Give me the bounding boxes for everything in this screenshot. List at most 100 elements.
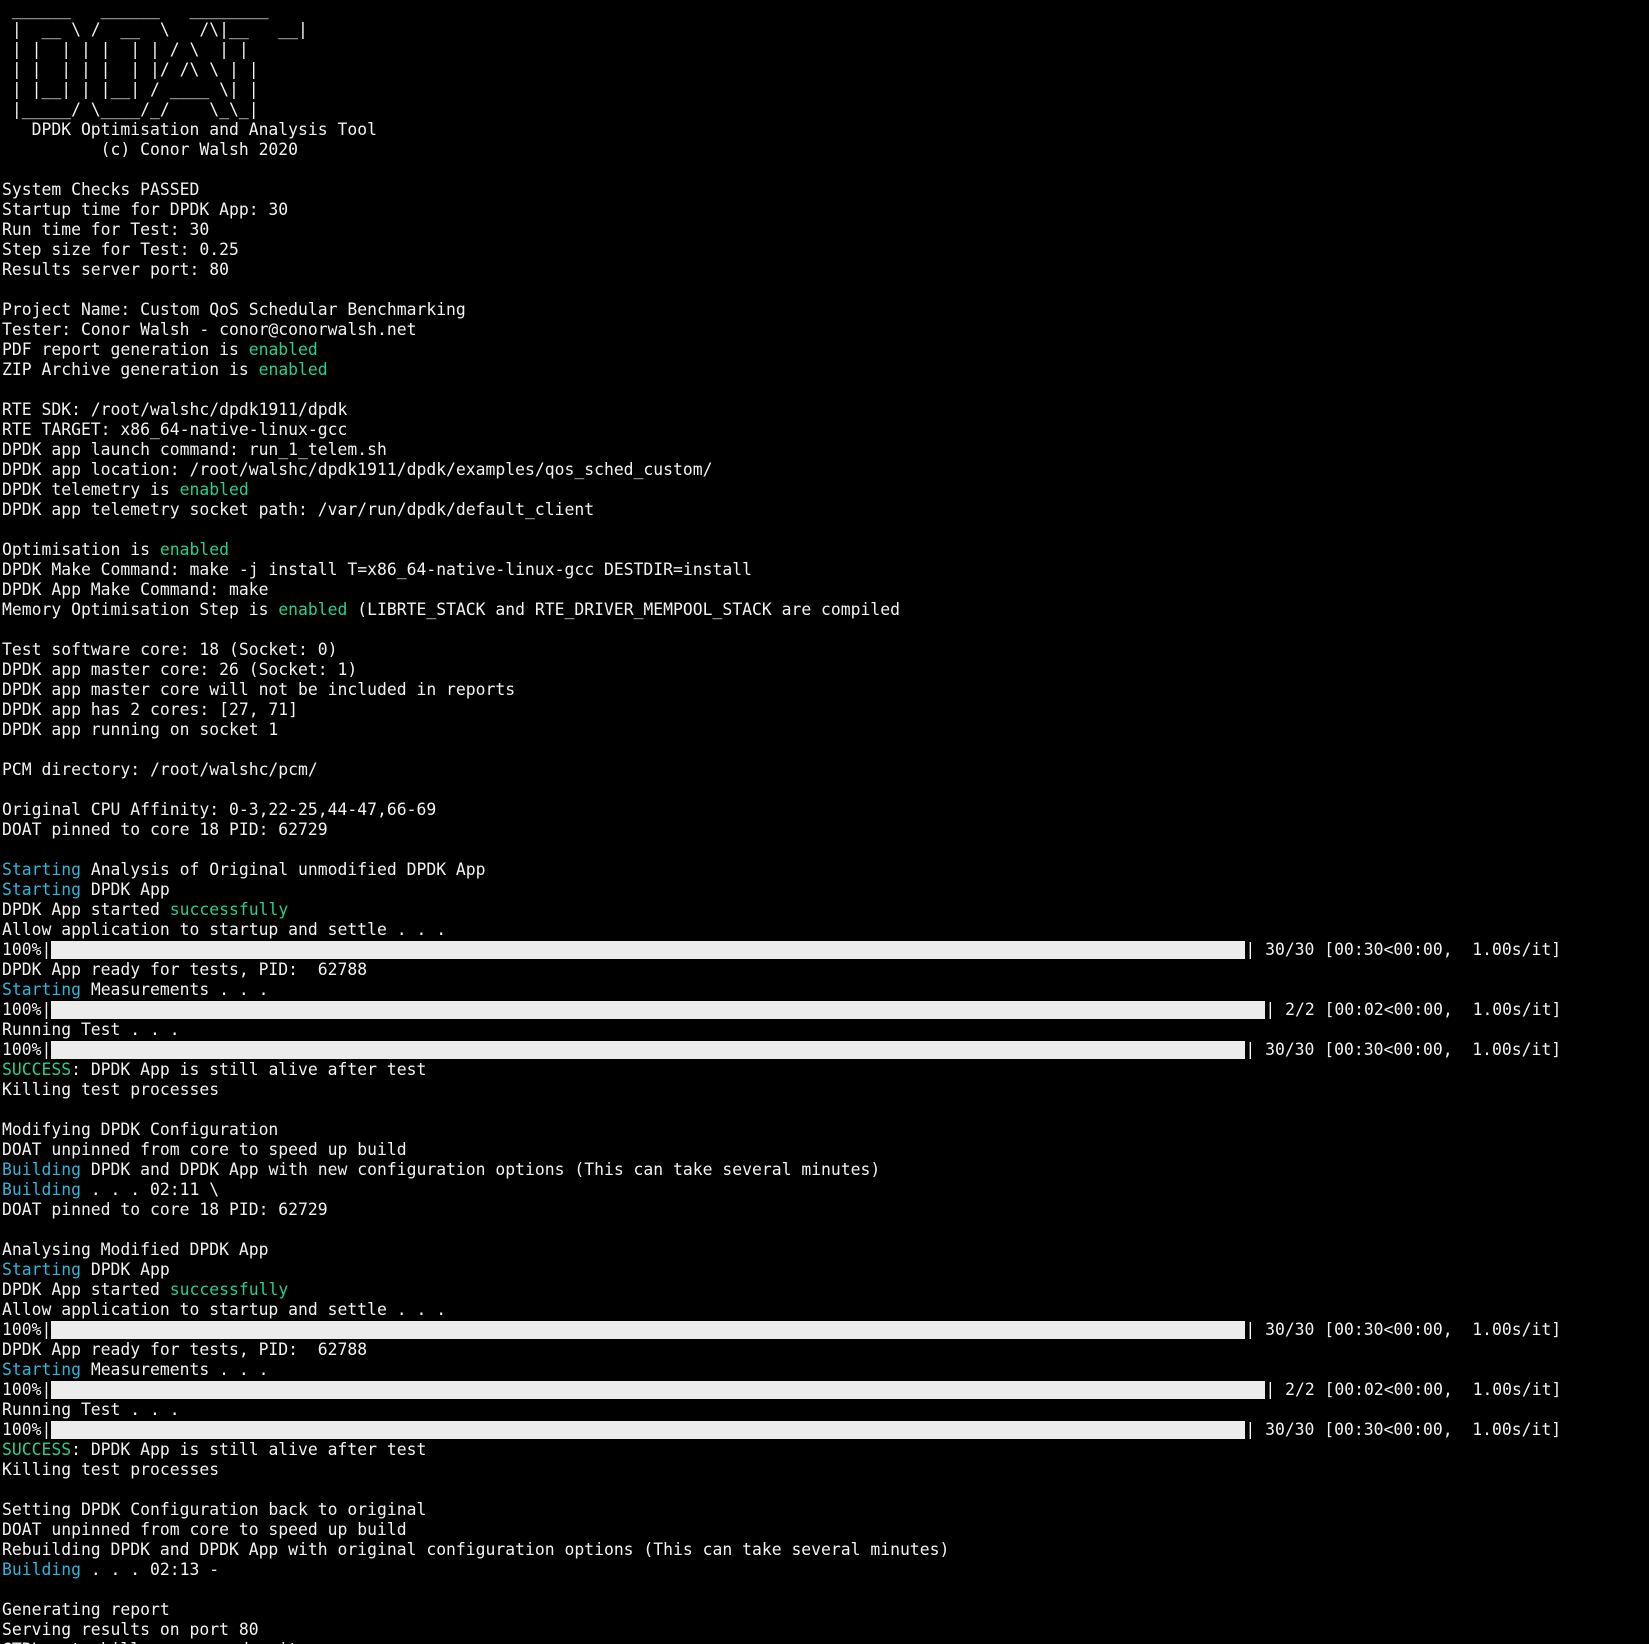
- progress-percent: 100%|: [2, 1420, 52, 1439]
- progress-bar-fill: [51, 1041, 1246, 1059]
- terminal-line: Running Test . . .: [2, 1020, 1647, 1040]
- status-word-cyan: Starting: [2, 1260, 81, 1279]
- terminal-line: DPDK App started successfully: [2, 900, 1647, 920]
- line-text: DPDK App Make Command: make: [2, 580, 269, 599]
- progress-bar-line: 100%| | 30/30 [00:30<00:00, 1.00s/it]: [2, 940, 1647, 960]
- line-text: Allow application to startup and settle …: [2, 920, 447, 939]
- terminal-line: DOAT pinned to core 18 PID: 62729: [2, 1200, 1647, 1220]
- line-text: DPDK app location: /root/walshc/dpdk1911…: [2, 460, 713, 479]
- progress-percent: 100%|: [2, 1380, 52, 1399]
- terminal-line: Step size for Test: 0.25: [2, 240, 1647, 260]
- status-word-cyan: Building: [2, 1160, 81, 1179]
- line-text: DOAT unpinned from core to speed up buil…: [2, 1520, 407, 1539]
- progress-bar-fill: [51, 941, 1246, 959]
- line-text: : DPDK App is still alive after test: [71, 1440, 427, 1459]
- terminal-line: Run time for Test: 30: [2, 220, 1647, 240]
- status-word-green: SUCCESS: [2, 1060, 72, 1079]
- tool-name: DPDK Optimisation and Analysis Tool: [2, 120, 377, 139]
- terminal-line: Analysing Modified DPDK App: [2, 1240, 1647, 1260]
- terminal-line: Building . . . 02:13 -: [2, 1560, 1647, 1580]
- progress-bar-fill: [51, 1321, 1246, 1339]
- terminal-line: DPDK app master core: 26 (Socket: 1): [2, 660, 1647, 680]
- line-text: DPDK App: [80, 880, 170, 899]
- line-text: DPDK app master core: 26 (Socket: 1): [2, 660, 358, 679]
- line-text: PDF report generation is: [2, 340, 249, 359]
- terminal-line: Startup time for DPDK App: 30: [2, 200, 1647, 220]
- status-word-cyan: Building: [2, 1560, 81, 1579]
- terminal-line: Generating report: [2, 1600, 1647, 1620]
- terminal-line: RTE SDK: /root/walshc/dpdk1911/dpdk: [2, 400, 1647, 420]
- progress-bar-fill: [51, 1001, 1266, 1019]
- terminal-line: DPDK app has 2 cores: [27, 71]: [2, 700, 1647, 720]
- progress-stats: | 30/30 [00:30<00:00, 1.00s/it]: [1245, 1040, 1562, 1059]
- progress-bar-line: 100%| | 2/2 [00:02<00:00, 1.00s/it]: [2, 1000, 1647, 1020]
- line-text: Serving results on port 80: [2, 1620, 259, 1639]
- line-text: (LIBRTE_STACK and RTE_DRIVER_MEMPOOL_STA…: [347, 600, 900, 619]
- terminal-line: Killing test processes: [2, 1460, 1647, 1480]
- terminal-line: Memory Optimisation Step is enabled (LIB…: [2, 600, 1647, 620]
- line-text: Original CPU Affinity: 0-3,22-25,44-47,6…: [2, 800, 437, 819]
- copyright-line: (c) Conor Walsh 2020: [2, 140, 299, 159]
- line-text: Project Name: Custom QoS Schedular Bench…: [2, 300, 466, 319]
- line-text: . . . 02:13 -: [80, 1560, 220, 1579]
- line-text: DPDK app telemetry socket path: /var/run…: [2, 500, 595, 519]
- terminal-line: Starting Measurements . . .: [2, 980, 1647, 1000]
- line-text: Tester: Conor Walsh - conor@conorwalsh.n…: [2, 320, 417, 339]
- line-text: DOAT pinned to core 18 PID: 62729: [2, 1200, 328, 1219]
- terminal-line: PDF report generation is enabled: [2, 340, 1647, 360]
- line-text: Measurements . . .: [80, 1360, 269, 1379]
- line-text: Run time for Test: 30: [2, 220, 210, 239]
- terminal-line: DPDK Make Command: make -j install T=x86…: [2, 560, 1647, 580]
- progress-bar-fill: [51, 1381, 1266, 1399]
- line-text: . . . 02:11 \: [80, 1180, 220, 1199]
- terminal-line: RTE TARGET: x86_64-native-linux-gcc: [2, 420, 1647, 440]
- line-text: DPDK and DPDK App with new configuration…: [80, 1160, 881, 1179]
- line-text: Analysing Modified DPDK App: [2, 1240, 269, 1259]
- status-word-cyan: Starting: [2, 980, 81, 999]
- progress-percent: 100%|: [2, 1000, 52, 1019]
- terminal-line: Building . . . 02:11 \: [2, 1180, 1647, 1200]
- status-word-cyan: Building: [2, 1180, 81, 1199]
- progress-bar-track: [51, 1381, 1266, 1399]
- progress-stats: | 2/2 [00:02<00:00, 1.00s/it]: [1265, 1000, 1562, 1019]
- terminal-output: System Checks PASSED Startup time for DPD…: [2, 160, 1647, 1644]
- terminal-line: Killing test processes: [2, 1080, 1647, 1100]
- terminal-line: DPDK telemetry is enabled: [2, 480, 1647, 500]
- line-text: Running Test . . .: [2, 1020, 180, 1039]
- terminal-line: DOAT unpinned from core to speed up buil…: [2, 1140, 1647, 1160]
- progress-stats: | 30/30 [00:30<00:00, 1.00s/it]: [1245, 1320, 1562, 1339]
- progress-stats: | 30/30 [00:30<00:00, 1.00s/it]: [1245, 1420, 1562, 1439]
- progress-bar-track: [51, 1321, 1246, 1339]
- terminal-line: DPDK app location: /root/walshc/dpdk1911…: [2, 460, 1647, 480]
- line-text: Killing test processes: [2, 1460, 220, 1479]
- line-text: DPDK App ready for tests, PID: 62788: [2, 1340, 368, 1359]
- line-text: Step size for Test: 0.25: [2, 240, 239, 259]
- terminal-line: Starting Measurements . . .: [2, 1360, 1647, 1380]
- status-word-green: enabled: [179, 480, 249, 499]
- line-text: DOAT pinned to core 18 PID: 62729: [2, 820, 328, 839]
- progress-percent: 100%|: [2, 940, 52, 959]
- terminal-line: Running Test . . .: [2, 1400, 1647, 1420]
- status-word-green: enabled: [159, 540, 229, 559]
- terminal-line: Results server port: 80: [2, 260, 1647, 280]
- line-text: Setting DPDK Configuration back to origi…: [2, 1500, 427, 1519]
- line-text: ZIP Archive generation is: [2, 360, 259, 379]
- terminal-line: Allow application to startup and settle …: [2, 1300, 1647, 1320]
- progress-bar-track: [51, 1001, 1266, 1019]
- terminal-line: Serving results on port 80: [2, 1620, 1647, 1640]
- line-text: DPDK app launch command: run_1_telem.sh: [2, 440, 387, 459]
- status-word-green: enabled: [248, 340, 318, 359]
- status-word-cyan: Starting: [2, 860, 81, 879]
- line-text: Startup time for DPDK App: 30: [2, 200, 289, 219]
- line-text: Modifying DPDK Configuration: [2, 1120, 279, 1139]
- terminal-line: Optimisation is enabled: [2, 540, 1647, 560]
- terminal-window[interactable]: ______ ______ ________ | __ \ / __ \ /\|…: [2, 0, 1647, 1644]
- line-text: : DPDK App is still alive after test: [71, 1060, 427, 1079]
